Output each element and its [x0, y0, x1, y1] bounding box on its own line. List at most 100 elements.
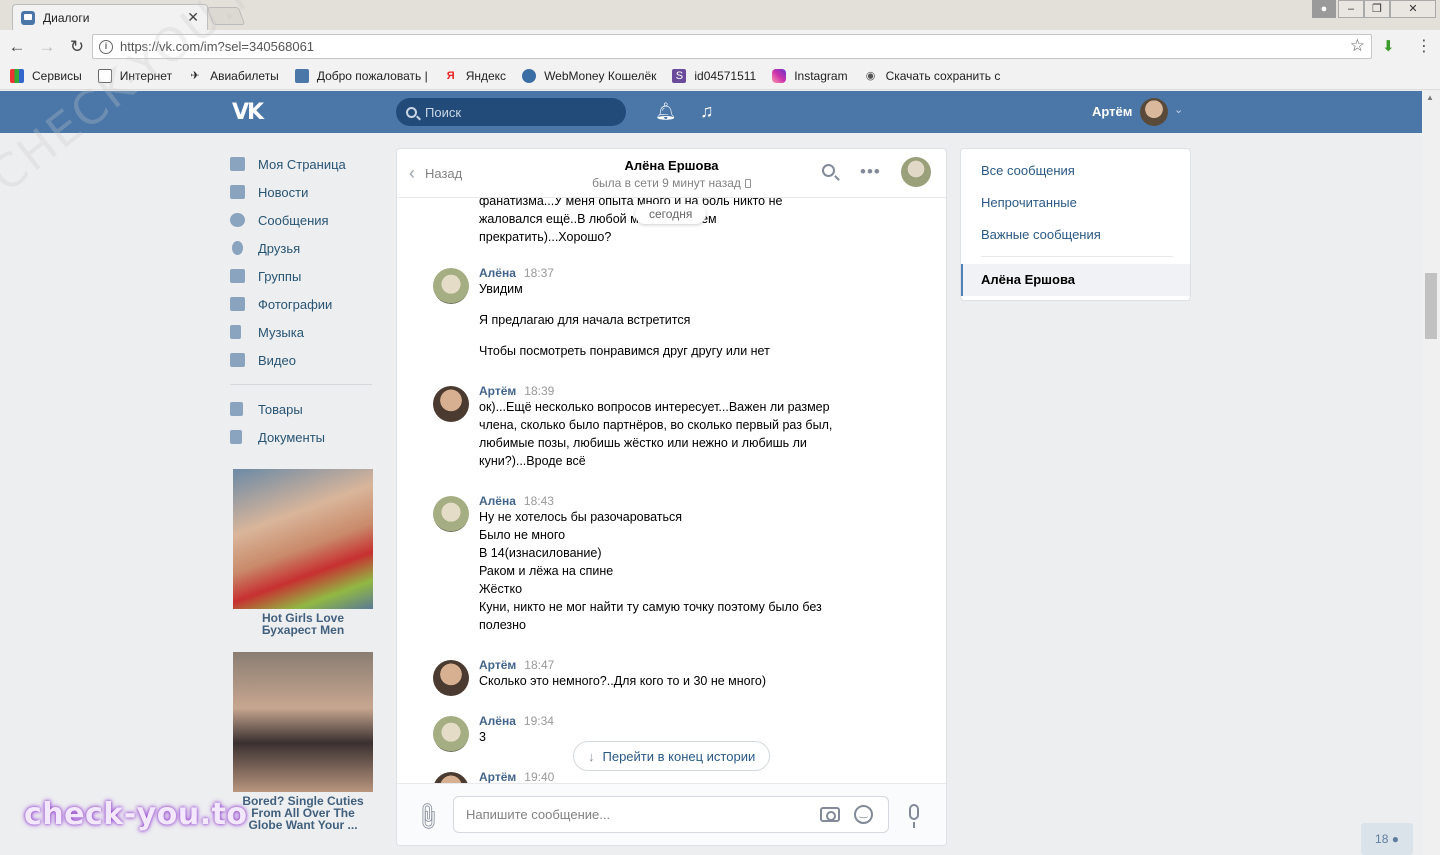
- address-bar[interactable]: i https://vk.com/im?sel=340568061 ☆: [92, 34, 1372, 59]
- download-extension-icon[interactable]: ⬇: [1382, 37, 1395, 55]
- film-icon: [230, 353, 245, 367]
- new-tab-button[interactable]: [206, 7, 246, 25]
- menu-item-news[interactable]: Новости: [230, 178, 380, 206]
- message-time[interactable]: 18:47: [524, 658, 554, 672]
- more-icon[interactable]: •••: [860, 162, 881, 182]
- user-name[interactable]: Артём: [1092, 104, 1132, 119]
- online-counter-badge[interactable]: 18 ●: [1361, 823, 1413, 855]
- vk-favicon-icon: [21, 10, 35, 25]
- search-input[interactable]: [425, 104, 605, 120]
- tab-close-icon[interactable]: ✕: [187, 9, 199, 26]
- profile-icon[interactable]: ●: [1312, 0, 1336, 18]
- forward-arrow-icon[interactable]: →: [34, 37, 60, 57]
- ad-title[interactable]: Bored? Single Cuties From All Over The G…: [233, 795, 373, 831]
- filter-important[interactable]: Важные сообщения: [981, 227, 1101, 242]
- message-input-wrap[interactable]: ‿: [453, 796, 889, 833]
- bookmark-id[interactable]: Sid04571511: [672, 69, 756, 83]
- menu-item-docs[interactable]: Документы: [230, 423, 380, 451]
- browser-tab[interactable]: Диалоги ✕: [12, 4, 208, 30]
- close-window-button[interactable]: ✕: [1390, 0, 1436, 18]
- search-icon[interactable]: [822, 164, 835, 177]
- jump-to-end-button[interactable]: ↓ Перейти в конец истории: [573, 741, 771, 771]
- vk-logo-icon[interactable]: VK: [232, 100, 264, 125]
- scroll-up-arrow-icon[interactable]: ▲: [1426, 93, 1434, 102]
- bookmark-yandex[interactable]: Я Яндекс: [444, 69, 506, 83]
- avatar[interactable]: [433, 716, 469, 752]
- minimize-button[interactable]: –: [1338, 0, 1364, 18]
- author-name[interactable]: Артём: [479, 658, 516, 672]
- author-name[interactable]: Артём: [479, 770, 516, 783]
- watermark: check-you.to: [24, 797, 248, 832]
- message-input[interactable]: [454, 797, 794, 832]
- apps-grid-icon: [10, 69, 24, 83]
- message-body: Алёна 18:43 Ну не хотелось бы разочароват…: [479, 494, 859, 634]
- avatar[interactable]: [433, 660, 469, 696]
- avatar[interactable]: [433, 386, 469, 422]
- message-history[interactable]: сегодня фанатизма...У меня опыта много и…: [397, 198, 946, 783]
- ad-image[interactable]: [233, 469, 373, 609]
- bookmark-services[interactable]: Сервисы: [10, 69, 82, 83]
- menu-item-messages[interactable]: Сообщения: [230, 206, 380, 234]
- message-time[interactable]: 18:43: [524, 494, 554, 508]
- menu-item-friends[interactable]: Друзья: [230, 234, 380, 262]
- info-icon[interactable]: i: [99, 39, 113, 54]
- bookmark-flights[interactable]: ✈ Авиабилеты: [188, 69, 278, 83]
- ad-block[interactable]: Hot Girls Love Бухарест Men: [233, 469, 373, 636]
- ad-image[interactable]: [233, 652, 373, 792]
- ad-title[interactable]: Hot Girls Love Бухарест Men: [233, 612, 373, 636]
- music-note-icon[interactable]: ♫: [700, 101, 714, 122]
- bookmark-internet[interactable]: Интернет: [97, 69, 172, 83]
- browser-toolbar: ← → ↻ i https://vk.com/im?sel=340568061 …: [0, 30, 1440, 63]
- page-scrollbar[interactable]: [1422, 91, 1440, 855]
- bookmark-webmoney[interactable]: WebMoney Кошелёк: [522, 69, 656, 83]
- menu-item-groups[interactable]: Группы: [230, 262, 380, 290]
- active-dialog[interactable]: Алёна Ершова: [961, 264, 1190, 296]
- message-time[interactable]: 18:39: [524, 384, 554, 398]
- reload-icon[interactable]: ↻: [64, 37, 90, 57]
- message-time[interactable]: 18:37: [524, 266, 554, 280]
- chat-panel: ‹ Назад Алёна Ершова была в сети 9 минут …: [396, 148, 947, 846]
- avatar[interactable]: [433, 772, 469, 783]
- filter-unread[interactable]: Непрочитанные: [981, 195, 1077, 210]
- bookmark-welcome[interactable]: Добро пожаловать |: [294, 69, 428, 83]
- menu-item-video[interactable]: Видео: [230, 346, 380, 374]
- menu-item-music[interactable]: Музыка: [230, 318, 380, 346]
- chevron-down-icon[interactable]: ⌄: [1174, 103, 1183, 116]
- scrollbar-thumb[interactable]: [1425, 273, 1437, 339]
- author-name[interactable]: Алёна: [479, 714, 516, 728]
- bell-icon[interactable]: 🔔︎: [655, 102, 677, 122]
- avatar[interactable]: [1140, 98, 1168, 126]
- avatar[interactable]: [433, 268, 469, 304]
- menu-label: Новости: [258, 184, 309, 200]
- bookmark-star-icon[interactable]: ☆: [1350, 36, 1365, 56]
- emoji-icon[interactable]: ‿: [854, 805, 873, 824]
- maximize-button[interactable]: ❐: [1364, 0, 1390, 18]
- search-box[interactable]: [396, 98, 626, 126]
- menu-item-goods[interactable]: Товары: [230, 395, 380, 423]
- microphone-icon[interactable]: [909, 804, 919, 828]
- home-icon: [230, 157, 245, 171]
- bookmark-download[interactable]: ◉ Скачать сохранить с: [864, 69, 1001, 83]
- back-arrow-icon[interactable]: ←: [4, 37, 30, 57]
- filter-all-messages[interactable]: Все сообщения: [981, 163, 1075, 178]
- page-icon: [97, 69, 112, 83]
- message-line: Было не много: [479, 528, 566, 542]
- camera-icon[interactable]: [820, 807, 840, 822]
- vk-header: VK 🔔︎ ♫ Артём ⌄: [0, 91, 1422, 133]
- paperclip-icon[interactable]: 📎︎: [410, 799, 446, 835]
- author-name[interactable]: Алёна: [479, 266, 516, 280]
- author-name[interactable]: Алёна: [479, 494, 516, 508]
- menu-item-my-page[interactable]: Моя Страница: [230, 150, 380, 178]
- message-time[interactable]: 19:40: [524, 770, 554, 783]
- menu-item-photos[interactable]: Фотографии: [230, 290, 380, 318]
- tab-title: Диалоги: [43, 10, 90, 25]
- message-time[interactable]: 19:34: [524, 714, 554, 728]
- ad-block[interactable]: Bored? Single Cuties From All Over The G…: [233, 652, 373, 831]
- url-text[interactable]: https://vk.com/im?sel=340568061: [120, 39, 314, 54]
- peer-avatar[interactable]: [901, 157, 931, 187]
- author-line: Алёна 18:37: [479, 266, 859, 280]
- bookmark-instagram[interactable]: Instagram: [772, 69, 848, 83]
- avatar[interactable]: [433, 496, 469, 532]
- browser-menu-icon[interactable]: ⋮: [1416, 36, 1432, 56]
- author-name[interactable]: Артём: [479, 384, 516, 398]
